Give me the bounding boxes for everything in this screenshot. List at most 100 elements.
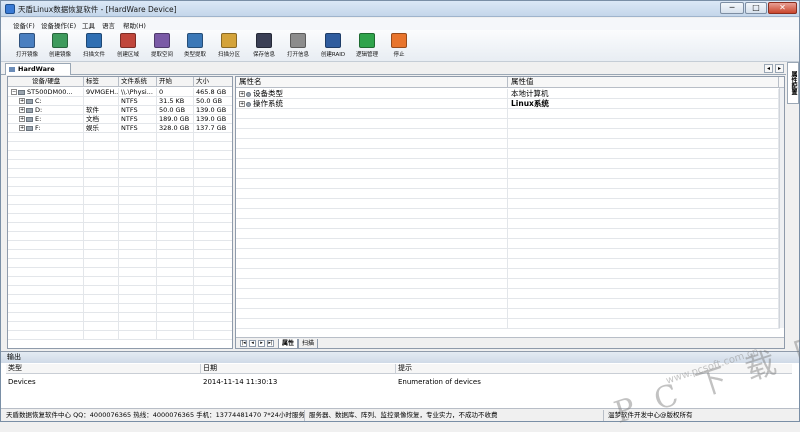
table-cell: 465.8 GB (194, 88, 232, 97)
tab-prev-button[interactable]: ◂ (764, 64, 773, 73)
table-cell (84, 205, 119, 214)
menu-help[interactable]: 帮助(H) (123, 20, 146, 30)
property-name (236, 129, 508, 139)
tab-properties[interactable]: 属性 (278, 339, 298, 348)
table-row (8, 187, 232, 196)
maximize-button[interactable]: □ (745, 2, 767, 14)
col-property-value[interactable]: 属性值 (508, 77, 779, 88)
property-value (508, 239, 779, 249)
scan-file-button[interactable]: 扫描文件 (78, 32, 110, 60)
menu-device-operation[interactable]: 设备操作(E) (41, 20, 76, 30)
title-bar[interactable]: 天盾Linux数据恢复软件 - [HardWare Device] ─ □ ✕ (1, 1, 799, 17)
col-device[interactable]: 设备/硬盘 (8, 77, 84, 87)
table-cell (194, 133, 232, 142)
tree-expander-icon[interactable]: + (239, 101, 245, 107)
property-row (236, 219, 780, 229)
logic-manage-button[interactable]: 逻辑管理 (351, 32, 383, 60)
table-cell: − ST500DM00... (8, 88, 84, 97)
table-cell (84, 331, 119, 340)
table-row[interactable]: − ST500DM00... 9VMGEH... \\.\Physi... 0 465.8… (8, 88, 232, 97)
property-row (236, 319, 780, 329)
device-list-header: 设备/硬盘 标签 文件系统 开始 大小 (8, 77, 232, 87)
table-cell (194, 286, 232, 295)
table-cell (8, 196, 84, 205)
property-name (236, 299, 508, 309)
property-name (236, 109, 508, 119)
save-info-icon (256, 33, 272, 48)
create-region-button[interactable]: 创建区域 (112, 32, 144, 60)
open-image-button[interactable]: 打开镜像 (11, 32, 43, 60)
tab-next-button[interactable]: ▸ (775, 64, 784, 73)
col-hint[interactable]: 提示 (396, 364, 792, 374)
menu-tools[interactable]: 工具 (82, 20, 95, 30)
tab-scan[interactable]: 扫描 (298, 339, 318, 348)
table-cell (84, 250, 119, 259)
property-row (236, 239, 780, 249)
col-filesystem[interactable]: 文件系统 (119, 77, 157, 87)
output-row[interactable]: Devices 2014-11-14 11:30:13 Enumeration … (6, 378, 792, 388)
table-cell (157, 268, 194, 277)
menu-language[interactable]: 语言 (102, 20, 115, 30)
table-cell: + D: (8, 106, 84, 115)
property-value (508, 149, 779, 159)
first-tab-button[interactable]: |◂ (240, 340, 247, 347)
side-tab-properties[interactable]: 属性配置 (787, 62, 799, 104)
create-image-button[interactable]: 创建镜像 (44, 32, 76, 60)
col-size[interactable]: 大小 (194, 77, 232, 87)
tree-expander-icon[interactable]: + (19, 116, 25, 122)
table-cell: + C: (8, 97, 84, 106)
col-date[interactable]: 日期 (201, 364, 396, 374)
tree-expander-icon[interactable]: + (19, 98, 25, 104)
table-row[interactable]: + E: 文档 NTFS 189.0 GB 139.0 GB (8, 115, 232, 124)
property-icon (246, 91, 251, 97)
create-raid-button[interactable]: 创建RAID (317, 32, 349, 60)
property-row (236, 139, 780, 149)
table-cell (157, 304, 194, 313)
output-title: 输出 (1, 352, 799, 363)
property-row[interactable]: + 设备类型 本地计算机 (236, 89, 780, 99)
minimize-button[interactable]: ─ (720, 2, 744, 14)
scan-file-icon (86, 33, 102, 48)
close-button[interactable]: ✕ (768, 2, 797, 14)
table-cell (157, 241, 194, 250)
partition-icon (26, 98, 33, 104)
property-value: Linux系统 (508, 99, 779, 109)
table-row[interactable]: + C: NTFS 31.5 KB 50.0 GB (8, 97, 232, 106)
next-tab-button[interactable]: ▸ (258, 340, 265, 347)
table-cell (157, 313, 194, 322)
table-cell (84, 232, 119, 241)
stop-button[interactable]: 停止 (383, 32, 415, 60)
property-panel: 属性名 属性值 + 设备类型 本地计算机 + 操作系统 Linux系统 |◂ ◂ ▸ ▸|… (235, 76, 785, 349)
table-cell (8, 241, 84, 250)
device-name: C: (35, 97, 42, 105)
table-row[interactable]: + D: 软件 NTFS 50.0 GB 139.0 GB (8, 106, 232, 115)
scan-partition-button[interactable]: 扫描分区 (213, 32, 245, 60)
tree-expander-icon[interactable]: + (19, 125, 25, 131)
device-list-panel: 设备/硬盘 标签 文件系统 开始 大小 − ST500DM00... 9VMGEH.… (7, 76, 233, 349)
table-row (8, 322, 232, 331)
property-value (508, 119, 779, 129)
property-row[interactable]: + 操作系统 Linux系统 (236, 99, 780, 109)
col-property-name[interactable]: 属性名 (236, 77, 508, 88)
col-label[interactable]: 标签 (84, 77, 119, 87)
tree-expander-icon[interactable]: + (239, 91, 245, 97)
prev-tab-button[interactable]: ◂ (249, 340, 256, 347)
table-cell (84, 178, 119, 187)
table-row (8, 313, 232, 322)
output-panel: 输出 类型 日期 提示 Devices 2014-11-14 11:30:13 … (1, 351, 799, 409)
type-extract-button[interactable]: 类型提取 (179, 32, 211, 60)
tree-expander-icon[interactable]: + (19, 107, 25, 113)
table-row[interactable]: + F: 娱乐 NTFS 328.0 GB 137.7 GB (8, 124, 232, 133)
open-info-button[interactable]: 打开信息 (282, 32, 314, 60)
tree-expander-icon[interactable]: − (11, 89, 17, 95)
property-value (508, 109, 779, 119)
menu-device[interactable]: 设备(F) (13, 20, 35, 30)
extract-space-button[interactable]: 提取空间 (146, 32, 178, 60)
table-cell (194, 178, 232, 187)
col-type[interactable]: 类型 (6, 364, 201, 374)
last-tab-button[interactable]: ▸| (267, 340, 274, 347)
col-start[interactable]: 开始 (157, 77, 194, 87)
tab-hardware-device[interactable]: HardWare Device (5, 63, 71, 84)
property-scrollbar[interactable] (779, 88, 784, 328)
save-info-button[interactable]: 保存信息 (248, 32, 280, 60)
